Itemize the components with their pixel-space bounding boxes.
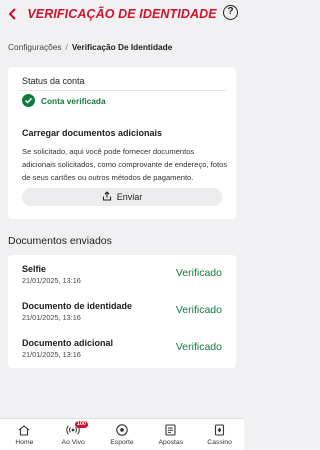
page-title: VERIFICAÇÃO DE IDENTIDADE: [27, 6, 217, 21]
document-date: 21/01/2025, 13:16: [22, 276, 81, 285]
send-button-label: Enviar: [116, 192, 143, 202]
divider: [18, 90, 226, 91]
bottom-navigation: Home 100 Ao Vivo Esporte Apostas Cassino: [0, 418, 244, 450]
list-item: Documento adicional 21/01/2025, 13:16 Ve…: [8, 329, 236, 366]
account-status-card: Status da conta Conta verificada Carrega…: [8, 67, 236, 219]
top-bar: VERIFICAÇÃO DE IDENTIDADE ?: [0, 0, 244, 27]
help-icon[interactable]: ?: [223, 5, 238, 20]
document-status: Verificado: [175, 267, 222, 279]
documents-section-title: Documentos enviados: [8, 235, 112, 247]
nav-item-bets[interactable]: Apostas: [146, 419, 195, 450]
casino-icon: [213, 424, 227, 436]
live-count-badge: 100: [74, 421, 88, 428]
soccer-ball-icon: [115, 424, 129, 436]
document-status: Verificado: [175, 341, 222, 353]
check-circle-icon: [22, 94, 35, 107]
document-date: 21/01/2025, 13:16: [22, 313, 81, 322]
nav-label: Home: [15, 439, 34, 446]
list-item: Selfie 21/01/2025, 13:16 Verificado: [8, 255, 236, 292]
nav-item-casino[interactable]: Cassino: [195, 419, 244, 450]
document-name: Documento de identidade: [22, 301, 133, 311]
nav-item-sports[interactable]: Esporte: [98, 419, 147, 450]
bets-icon: [164, 424, 178, 436]
nav-label: Esporte: [110, 439, 134, 446]
document-name: Documento adicional: [22, 338, 114, 348]
nav-label: Ao Vivo: [61, 439, 85, 446]
send-button[interactable]: Enviar: [22, 188, 222, 206]
documents-list: Selfie 21/01/2025, 13:16 Verificado Docu…: [8, 255, 236, 368]
document-status: Verificado: [175, 304, 222, 316]
breadcrumb: Configurações / Verificação De Identidad…: [8, 42, 172, 52]
nav-item-live[interactable]: 100 Ao Vivo: [49, 419, 98, 450]
upload-documents-description: Se solicitado, aqui você pode fornecer d…: [22, 147, 228, 182]
list-item: Documento de identidade 21/01/2025, 13:1…: [8, 292, 236, 329]
breadcrumb-current: Verificação De Identidade: [71, 42, 173, 52]
upload-documents-title: Carregar documentos adicionais: [22, 128, 163, 138]
upload-icon: [102, 191, 112, 203]
document-name: Selfie: [22, 264, 47, 274]
nav-label: Apostas: [158, 439, 184, 446]
breadcrumb-settings-link[interactable]: Configurações: [8, 42, 62, 52]
nav-item-home[interactable]: Home: [0, 419, 49, 450]
verified-status-text: Conta verificada: [41, 95, 106, 106]
document-date: 21/01/2025, 13:16: [22, 350, 81, 359]
back-chevron-icon[interactable]: [6, 7, 20, 21]
home-icon: [17, 424, 31, 436]
nav-label: Cassino: [207, 439, 232, 446]
verified-status-row: Conta verificada: [22, 94, 106, 107]
account-status-label: Status da conta: [22, 76, 85, 86]
breadcrumb-separator: /: [65, 42, 68, 52]
